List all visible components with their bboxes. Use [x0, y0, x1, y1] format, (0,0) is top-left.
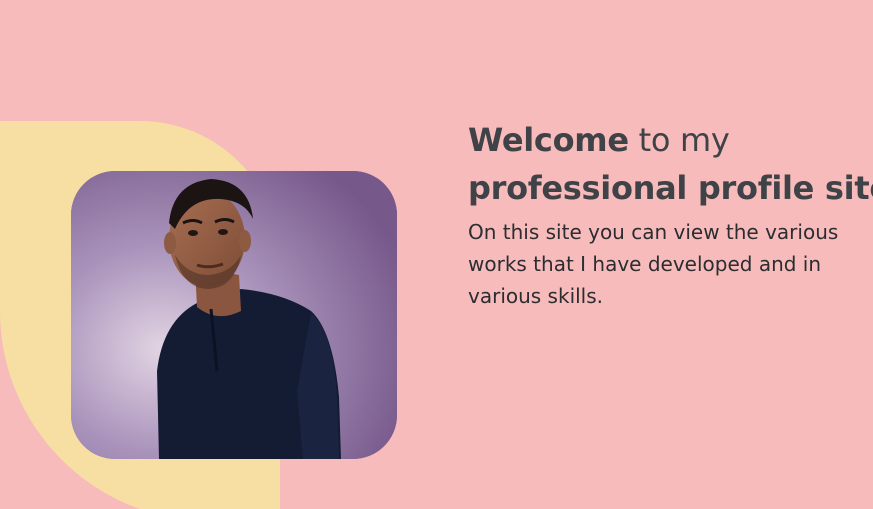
hero-section: Welcome to my professional profile site …: [0, 0, 873, 509]
headline-emphasis: professional profile site: [468, 169, 873, 207]
hero-headline: Welcome to my professional profile site: [468, 116, 873, 212]
hero-intro: On this site you can view the various wo…: [468, 220, 839, 308]
headline-connector: to my: [628, 121, 730, 159]
headline-welcome: Welcome: [468, 121, 629, 159]
hero-text: Welcome to my professional profile site …: [468, 116, 873, 312]
profile-photo: [71, 171, 397, 459]
portrait-illustration: [71, 171, 397, 459]
